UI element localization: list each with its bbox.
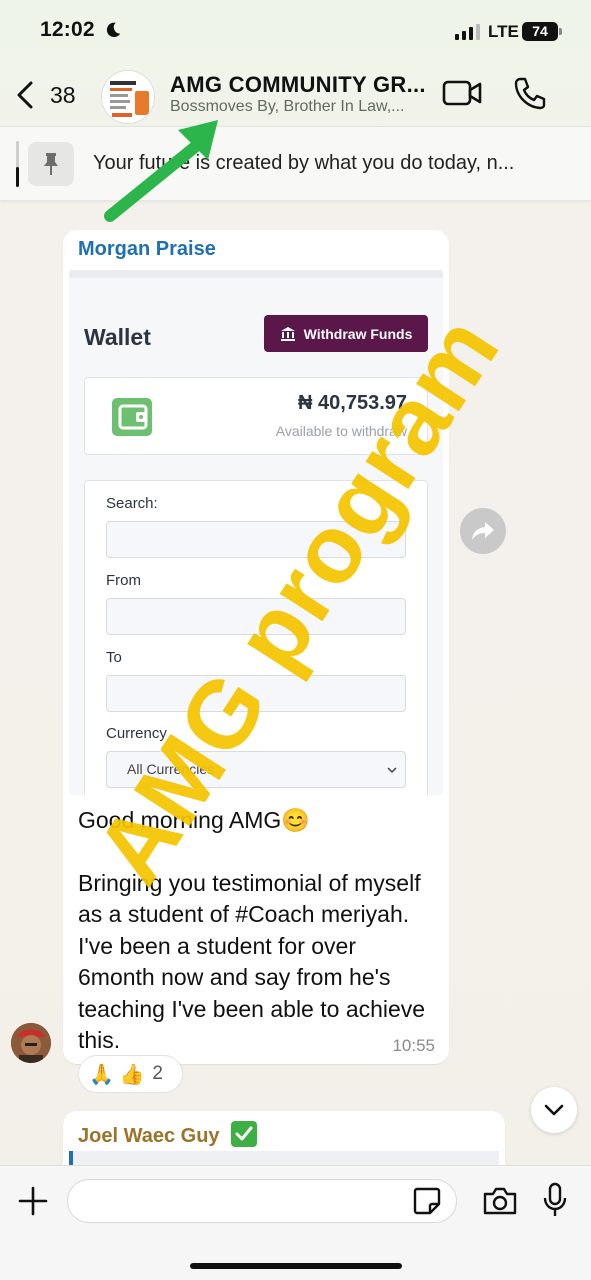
group-avatar[interactable]: [101, 70, 155, 124]
pinned-message-text: Your future is created by what you do to…: [93, 152, 515, 174]
battery-indicator: 74: [522, 22, 558, 41]
withdraw-funds-label: Withdraw Funds: [303, 325, 413, 342]
currency-label: Currency: [106, 725, 167, 742]
pin-icon-box: [28, 142, 74, 186]
microphone-icon[interactable]: [542, 1182, 568, 1218]
check-mark-icon: [231, 1121, 258, 1147]
pin-indicator-active: [16, 167, 19, 187]
image-attachment[interactable]: Wallet Withdraw Funds ₦ 40,753.97 Availa…: [69, 270, 443, 795]
scroll-to-bottom-button[interactable]: [531, 1087, 577, 1133]
balance-amount: ₦ 40,753.97: [298, 392, 407, 414]
sender-name[interactable]: Joel Waec Guy: [78, 1121, 258, 1148]
screenshot-top-bar: [69, 270, 443, 278]
sender-name-text: Joel Waec Guy: [78, 1125, 220, 1147]
search-field: [106, 521, 406, 558]
message-bubble[interactable]: Morgan Praise Wallet Withdraw Funds ₦ 40…: [63, 230, 449, 1064]
balance-subtitle: Available to withdraw: [275, 423, 407, 439]
chevron-left-icon: [17, 81, 33, 109]
filter-card: Search: From To Currency All Currencies: [84, 480, 428, 795]
from-date-field: [106, 598, 406, 635]
chat-header: 38 AMG COMMUNITY GR... Bossmoves By, Bro…: [0, 62, 591, 126]
message-timestamp: 10:55: [392, 1036, 435, 1055]
chevron-down-icon: [544, 1104, 564, 1116]
wallet-title: Wallet: [84, 324, 151, 350]
forward-icon: [472, 522, 494, 540]
sticker-icon[interactable]: [413, 1186, 441, 1216]
from-label: From: [106, 572, 141, 589]
reaction-emojis: 🙏 👍: [89, 1063, 145, 1086]
message-body: Bringing you testimonial of myself as a …: [78, 869, 426, 1054]
balance-card: ₦ 40,753.97 Available to withdraw: [84, 377, 428, 455]
forward-button[interactable]: [460, 508, 506, 554]
group-avatar-image: [102, 71, 154, 123]
home-indicator: [190, 1263, 402, 1269]
reaction-count: 2: [152, 1063, 163, 1084]
to-date-field: [106, 675, 406, 712]
sender-avatar[interactable]: [11, 1023, 51, 1063]
message-greeting: Good morning AMG😊: [78, 807, 310, 833]
pinned-message-bar[interactable]: Your future is created by what you do to…: [0, 126, 591, 200]
status-time: 12:02: [40, 18, 95, 41]
status-bar: 12:02 LTE 74: [0, 0, 591, 62]
currency-select: All Currencies: [106, 751, 406, 788]
battery-cap: [559, 28, 562, 35]
sender-name[interactable]: Morgan Praise: [78, 238, 216, 261]
message-input[interactable]: [67, 1179, 457, 1223]
withdraw-funds-button: Withdraw Funds: [264, 315, 428, 352]
bank-icon: [280, 326, 295, 341]
back-button[interactable]: 38: [14, 76, 84, 114]
wallet-icon: [112, 398, 152, 436]
signal-icon: [455, 24, 480, 40]
camera-icon[interactable]: [482, 1186, 518, 1216]
video-call-icon[interactable]: [442, 76, 482, 110]
sender-avatar-image: [11, 1023, 51, 1063]
pin-icon: [44, 153, 58, 175]
moon-icon: [106, 22, 121, 38]
chevron-down-icon: [387, 767, 397, 774]
phone-call-icon[interactable]: [513, 76, 547, 110]
group-members[interactable]: Bossmoves By, Brother In Law,...: [170, 98, 435, 116]
plus-icon[interactable]: [18, 1186, 48, 1216]
message-composer: [0, 1165, 591, 1280]
search-label: Search:: [106, 495, 158, 512]
to-label: To: [106, 649, 122, 666]
message-text: Good morning AMG😊 Bringing you testimoni…: [78, 805, 438, 1057]
group-title[interactable]: AMG COMMUNITY GR...: [170, 72, 435, 98]
unread-count: 38: [50, 81, 76, 108]
reactions-pill[interactable]: 🙏 👍 2: [78, 1055, 183, 1093]
network-type: LTE: [488, 22, 519, 41]
currency-select-value: All Currencies: [127, 761, 215, 777]
